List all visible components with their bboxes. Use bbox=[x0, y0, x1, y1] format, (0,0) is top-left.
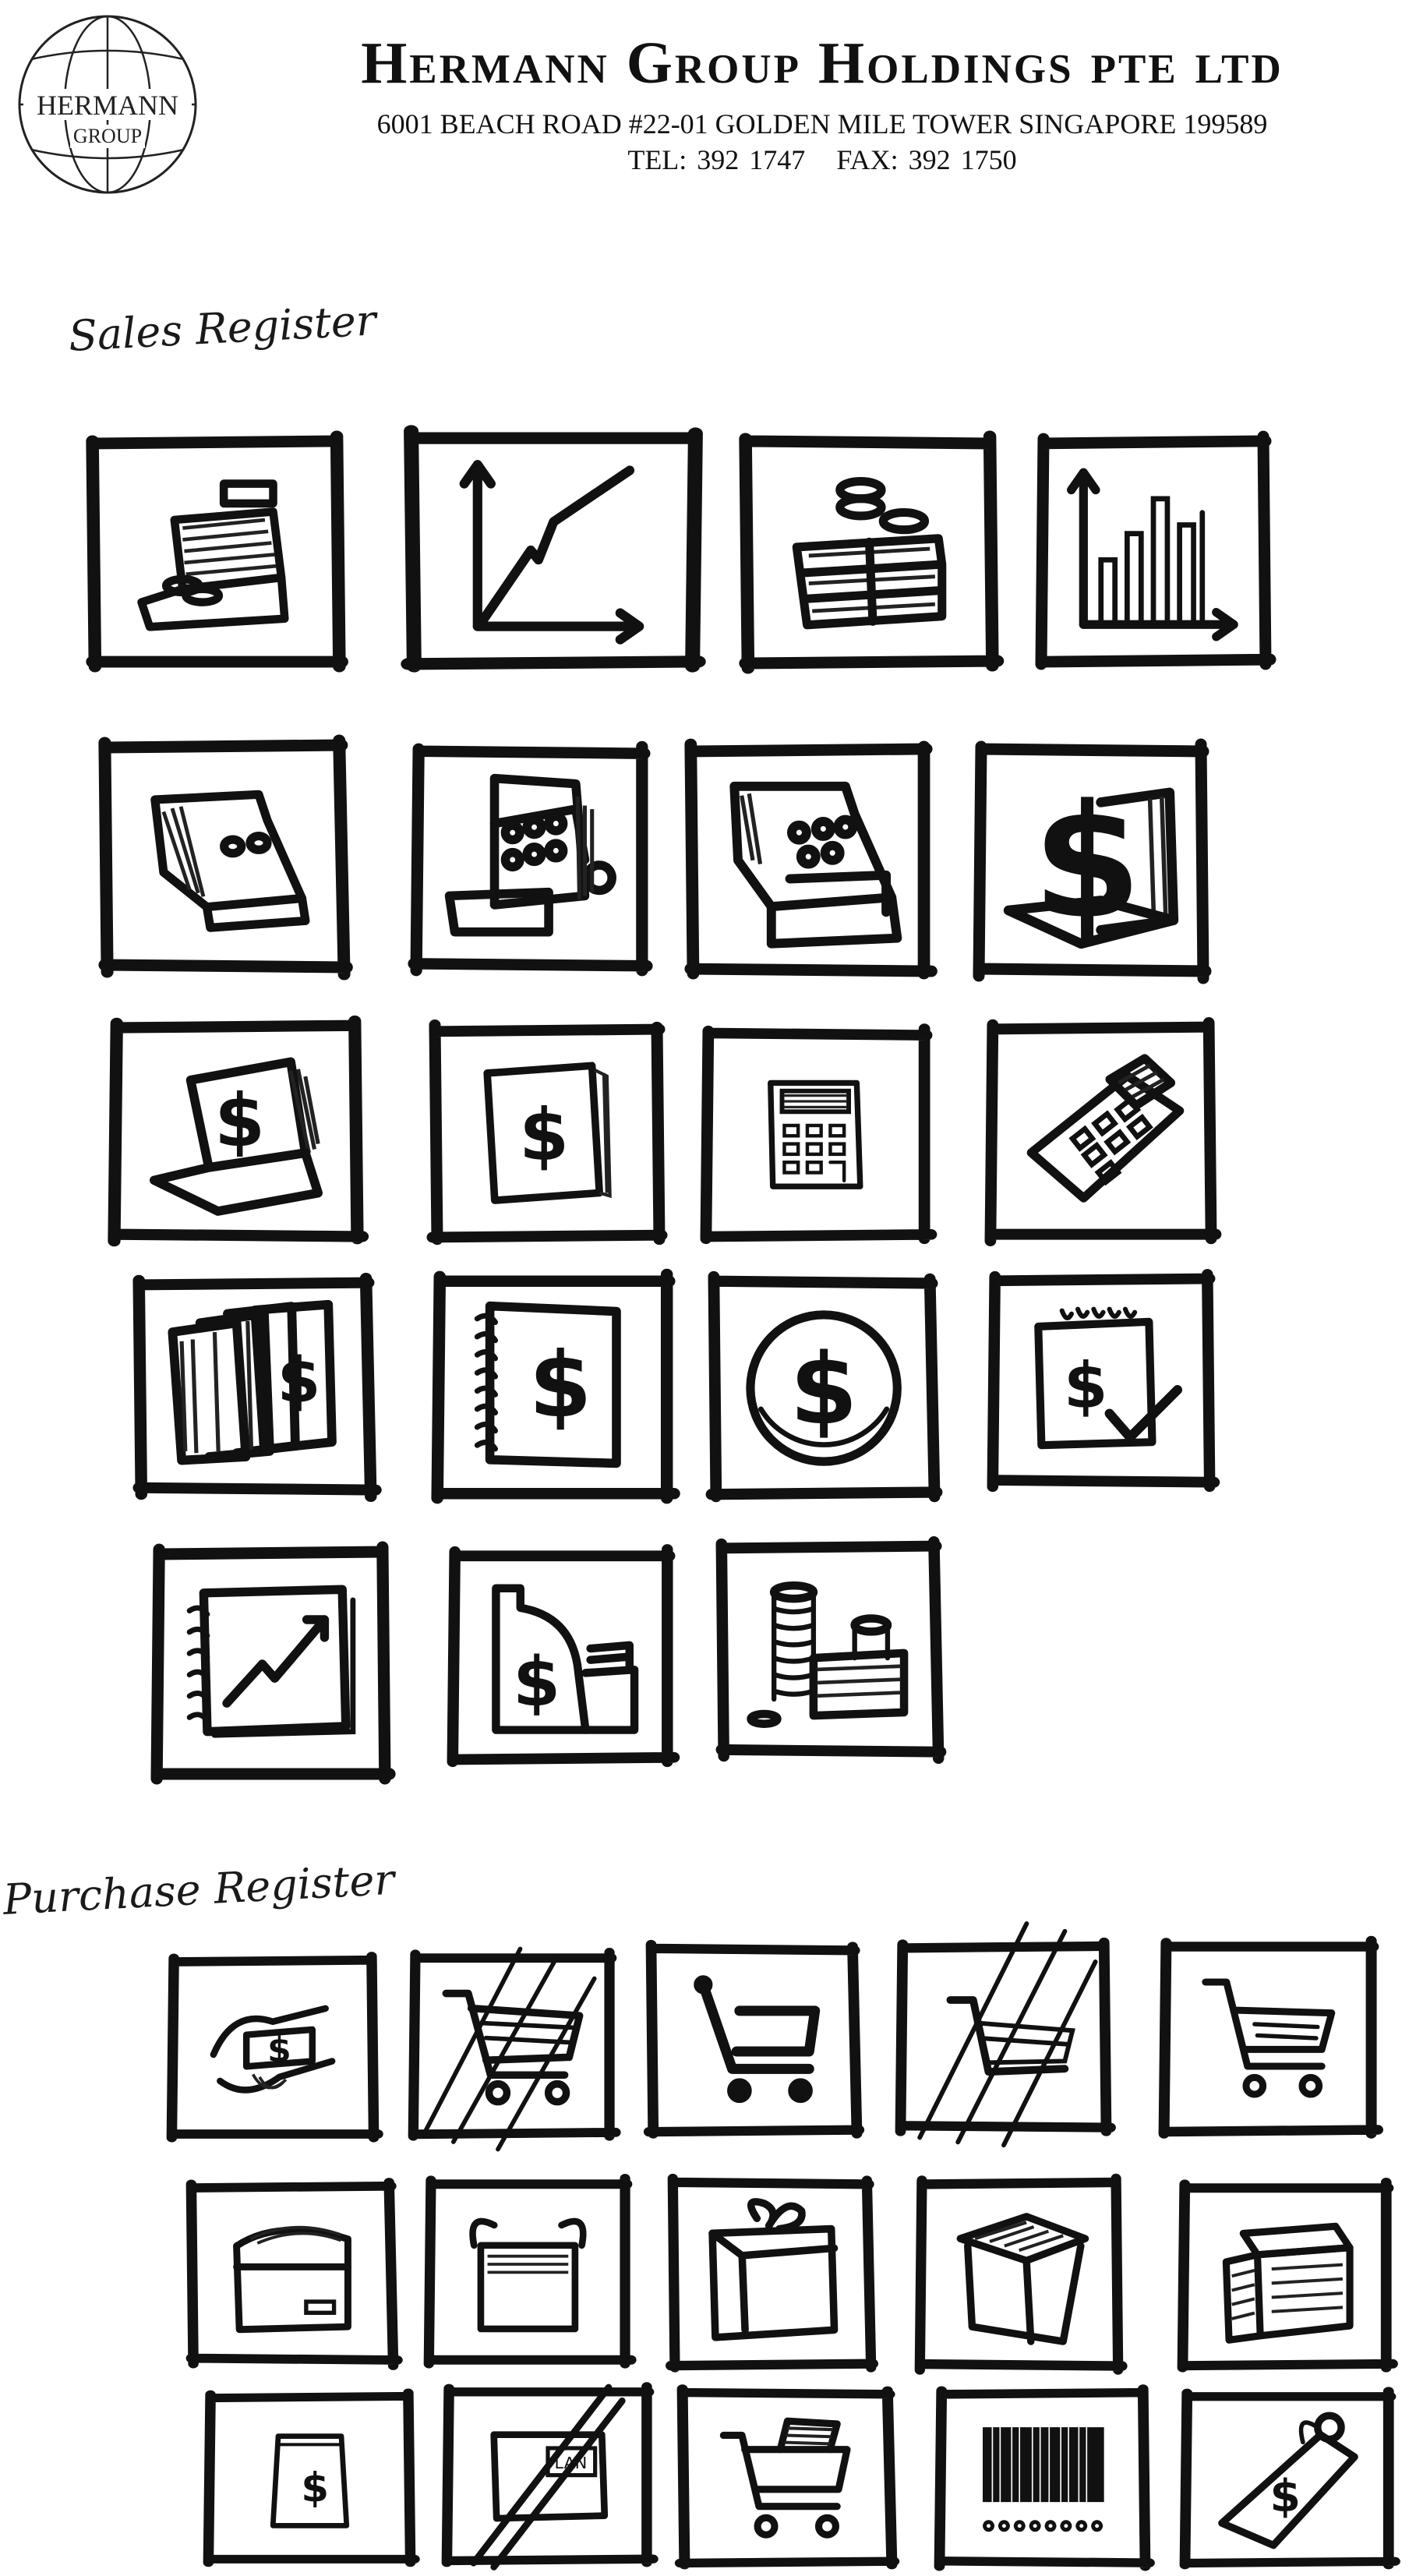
company-name: Hermann Group Holdings pte ltd bbox=[361, 30, 1284, 96]
books-dollar-icon: $ bbox=[168, 1300, 337, 1465]
sales-icon-4 bbox=[1035, 430, 1277, 670]
purchase-icon-12: LAN bbox=[441, 2382, 659, 2571]
sales-register-label: Sales Register bbox=[67, 295, 378, 361]
sales-icon-17 bbox=[150, 1541, 396, 1785]
purchase-icon-4 bbox=[895, 1921, 1116, 2147]
dollar-glyph: $ bbox=[1269, 2471, 1300, 2522]
coins-cash-stack-icon bbox=[792, 476, 946, 630]
price-tag-icon: $ bbox=[1217, 2412, 1358, 2549]
line-graph-icon bbox=[459, 459, 644, 645]
purchase-icon-5 bbox=[1158, 1935, 1383, 2139]
cart-sketch-crossed-icon bbox=[916, 1921, 1098, 2147]
purchase-icon-6 bbox=[185, 2178, 403, 2370]
cash-register-dollar-screen-icon: $ bbox=[149, 1057, 323, 1216]
sales-icon-2 bbox=[401, 425, 706, 673]
fax: FAX: 392 1750 bbox=[836, 144, 1017, 175]
sales-icon-7 bbox=[684, 738, 938, 980]
sales-icon-12 bbox=[984, 1017, 1222, 1246]
purchase-icon-13 bbox=[674, 2384, 900, 2570]
company-contact: TEL: 392 1747 FAX: 392 1750 bbox=[234, 143, 1411, 176]
purchase-icon-9 bbox=[914, 2173, 1128, 2375]
sales-icon-8: $ bbox=[973, 738, 1212, 984]
shopping-cart-crossed-icon bbox=[421, 1946, 597, 2152]
telephone: TEL: 392 1747 bbox=[627, 144, 806, 175]
purchase-icon-8 bbox=[666, 2173, 878, 2373]
coins-stacks-icon bbox=[747, 1581, 909, 1729]
dollar-notebook-icon: $ bbox=[475, 1301, 621, 1468]
purchase-icon-7 bbox=[423, 2174, 637, 2369]
dollar-bag-icon: $ bbox=[270, 2433, 349, 2529]
sales-icon-3 bbox=[739, 430, 1005, 674]
purchase-icon-11: $ bbox=[203, 2388, 420, 2567]
barcode-icon bbox=[982, 2426, 1104, 2532]
bar-chart-icon bbox=[1067, 468, 1238, 641]
growth-chart-notebook-icon bbox=[186, 1585, 355, 1738]
sales-icon-14: $ bbox=[431, 1268, 680, 1504]
dollar-glyph: $ bbox=[790, 1331, 858, 1446]
sales-icon-13: $ bbox=[132, 1273, 382, 1502]
open-box-icon bbox=[956, 2212, 1089, 2345]
shopping-cart-right-icon bbox=[1202, 1978, 1336, 2098]
dollar-glyph: $ bbox=[1033, 771, 1142, 954]
cash-register-dollar-icon: $ bbox=[1003, 771, 1179, 954]
shopping-cart-icon bbox=[694, 1975, 821, 2104]
register-dollar-cash-icon: $ bbox=[492, 1584, 639, 1734]
purchase-icon-3 bbox=[643, 1939, 865, 2139]
dollar-glyph: $ bbox=[301, 2465, 329, 2512]
package-bow-icon bbox=[708, 2197, 839, 2341]
dollar-notepad-check-icon: $ bbox=[1033, 1306, 1182, 1449]
sales-icon-6 bbox=[408, 740, 653, 977]
sales-icon-10: $ bbox=[426, 1019, 668, 1246]
calculator-upright-icon bbox=[767, 1080, 863, 1190]
purchase-register-label: Purchase Register bbox=[2, 1854, 396, 1924]
parcel-icon bbox=[1222, 2222, 1354, 2344]
sales-icon-11 bbox=[700, 1023, 938, 1245]
sales-icon-15: $ bbox=[705, 1270, 943, 1503]
dollar-glyph: $ bbox=[529, 1333, 592, 1438]
dollar-glyph: $ bbox=[267, 2030, 291, 2069]
purchase-icon-14 bbox=[934, 2384, 1155, 2571]
logo-line1: HERMANN bbox=[37, 90, 178, 121]
sales-icon-19 bbox=[715, 1536, 947, 1764]
purchase-icon-10 bbox=[1177, 2178, 1398, 2373]
group-logo: HERMANN GROUP bbox=[14, 11, 201, 198]
dollar-coin-icon: $ bbox=[746, 1309, 902, 1466]
dollar-ledger-icon: $ bbox=[483, 1062, 612, 1205]
crossed-label-icon: LAN bbox=[470, 2384, 626, 2571]
cash-register-drawer-icon bbox=[729, 781, 902, 949]
wallet-icon bbox=[233, 2226, 351, 2334]
dollar-glyph: $ bbox=[277, 1345, 321, 1417]
purchase-icon-2 bbox=[408, 1946, 621, 2152]
cash-register-coins-icon bbox=[137, 479, 289, 631]
hands-paying-icon: $ bbox=[210, 2005, 336, 2094]
dollar-glyph: $ bbox=[513, 1642, 560, 1722]
sales-icon-18: $ bbox=[447, 1544, 680, 1768]
purchase-icon-15: $ bbox=[1179, 2387, 1400, 2570]
sales-icon-16: $ bbox=[987, 1269, 1220, 1493]
sales-icon-1 bbox=[86, 430, 348, 673]
sales-icon-5 bbox=[98, 734, 353, 981]
company-address: 6001 BEACH ROAD #22-01 GOLDEN MILE TOWER… bbox=[376, 108, 1268, 140]
basket-icon bbox=[469, 2217, 587, 2332]
purchase-icon-1: $ bbox=[166, 1952, 383, 2143]
cash-register-keys-icon bbox=[444, 773, 616, 937]
calculator-angled-icon bbox=[1026, 1054, 1184, 1203]
cash-register-icon bbox=[150, 790, 310, 932]
dollar-glyph: $ bbox=[1063, 1349, 1107, 1422]
dollar-glyph: $ bbox=[519, 1094, 569, 1178]
sales-icon-9: $ bbox=[108, 1015, 369, 1247]
dollar-glyph: $ bbox=[214, 1078, 265, 1163]
logo-line2: GROUP bbox=[73, 125, 142, 147]
full-cart-icon bbox=[719, 2417, 851, 2539]
